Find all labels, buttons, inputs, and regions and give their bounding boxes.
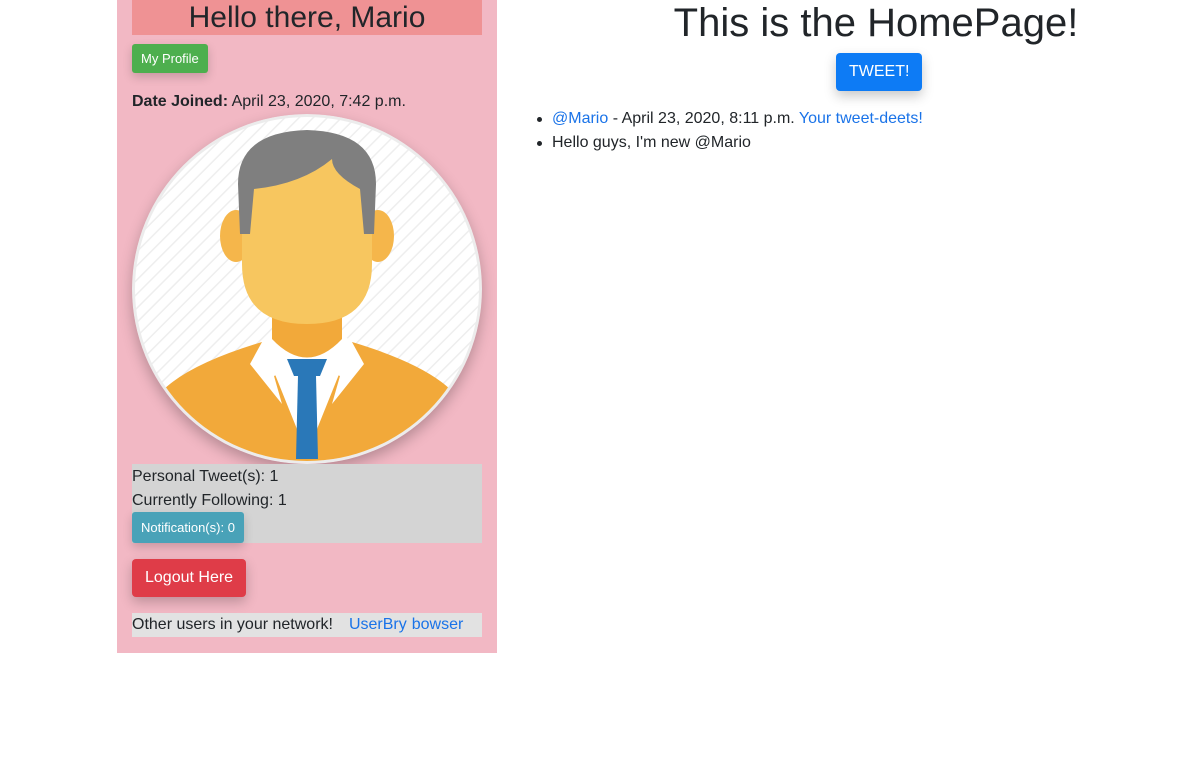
date-joined-value: April 23, 2020, 7:42 p.m. bbox=[231, 93, 406, 110]
page-title: This is the HomePage! bbox=[673, 1, 1079, 45]
personal-tweets-count: Personal Tweet(s): 1 bbox=[132, 468, 279, 485]
list-item: @Mario - April 23, 2020, 8:11 p.m. Your … bbox=[537, 107, 923, 131]
network-label: Other users in your network! bbox=[132, 616, 333, 633]
tweet-button[interactable]: TWEET! bbox=[836, 53, 923, 91]
tweet-details-link[interactable]: Your tweet-deets! bbox=[799, 110, 923, 127]
stats-panel: Personal Tweet(s): 1 Currently Following… bbox=[132, 464, 482, 543]
businessman-avatar-icon bbox=[132, 114, 482, 464]
avatar bbox=[132, 114, 482, 464]
tweet-message: Hello guys, I'm new @Mario bbox=[552, 134, 751, 151]
notifications-button[interactable]: Notification(s): 0 bbox=[132, 512, 244, 543]
following-count: Currently Following: 1 bbox=[132, 492, 287, 509]
greeting-banner: Hello there, Mario bbox=[132, 0, 482, 35]
network-user-link[interactable]: bowser bbox=[412, 616, 464, 633]
greeting-text: Hello there, Mario bbox=[188, 1, 426, 34]
network-users-bar: Other users in your network! UserBry bowse… bbox=[132, 613, 482, 637]
tweet-feed: @Mario - April 23, 2020, 8:11 p.m. Your … bbox=[537, 107, 923, 155]
my-profile-button[interactable]: My Profile bbox=[132, 44, 208, 73]
tweet-author-link[interactable]: @Mario bbox=[552, 110, 608, 127]
date-joined: Date Joined: April 23, 2020, 7:42 p.m. bbox=[132, 92, 406, 112]
list-item: Hello guys, I'm new @Mario bbox=[537, 131, 923, 155]
profile-sidebar: Hello there, Mario My Profile Date Joine… bbox=[117, 0, 497, 653]
tweet-timestamp: April 23, 2020, 8:11 p.m. bbox=[621, 110, 795, 127]
network-user-link[interactable]: UserBry bbox=[349, 616, 407, 633]
tweet-separator: - bbox=[608, 110, 622, 127]
date-joined-label: Date Joined: bbox=[132, 93, 229, 110]
logout-button[interactable]: Logout Here bbox=[132, 559, 247, 597]
